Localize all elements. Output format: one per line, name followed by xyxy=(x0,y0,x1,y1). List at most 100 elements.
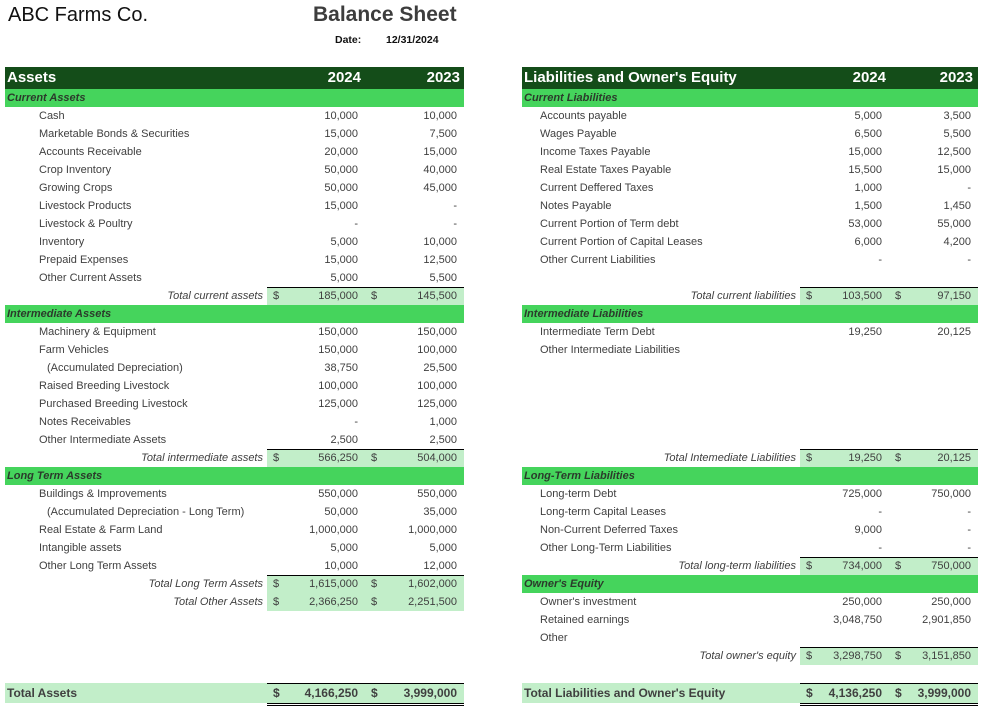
spacer-row xyxy=(522,377,978,395)
line-item: Notes Payable 1,500 1,450 xyxy=(522,197,978,215)
line-item: Other Current Assets 5,000 5,500 xyxy=(5,269,464,287)
value-2024: - xyxy=(878,542,882,554)
section-header-longterm: Long-Term Liabilities xyxy=(522,467,978,485)
value-2023: 20,125 xyxy=(937,326,971,338)
currency-symbol: $ xyxy=(273,578,280,590)
value-2023: - xyxy=(967,254,971,266)
subtotal-2023: 504,000 xyxy=(417,452,457,464)
value-2023: 4,200 xyxy=(943,236,971,248)
currency-symbol: $ xyxy=(371,596,378,608)
value-2023: 5,500 xyxy=(943,128,971,140)
line-item-label: Livestock & Poultry xyxy=(39,218,133,230)
year-2024-header: 2024 xyxy=(852,69,886,86)
line-item: Non-Current Deferred Taxes 9,000 - xyxy=(522,521,978,539)
line-item: Farm Vehicles 150,000 100,000 xyxy=(5,341,464,359)
line-item: Long-term Capital Leases - - xyxy=(522,503,978,521)
value-2024: 1,000,000 xyxy=(309,524,358,536)
grand-total-double-underline xyxy=(800,703,978,706)
value-2023: 100,000 xyxy=(417,344,457,356)
value-2023: 12,500 xyxy=(423,254,457,266)
line-item: (Accumulated Depreciation - Long Term) 50… xyxy=(5,503,464,521)
line-item-label: Notes Receivables xyxy=(39,416,131,428)
value-2023: 5,000 xyxy=(429,542,457,554)
grand-total-2023: 3,999,000 xyxy=(403,686,457,700)
subtotal-row: Total Long Term Assets $1,615,000 $1,602,0… xyxy=(5,575,464,593)
line-item-label: Other Current Liabilities xyxy=(540,254,656,266)
section-title: Current Liabilities xyxy=(524,92,618,104)
value-2024: 53,000 xyxy=(848,218,882,230)
currency-symbol: $ xyxy=(806,686,813,700)
currency-symbol: $ xyxy=(273,686,280,700)
line-item: Livestock Products 15,000 - xyxy=(5,197,464,215)
subtotal-row: Total intermediate assets $566,250 $504,00… xyxy=(5,449,464,467)
line-item-label: Long-term Capital Leases xyxy=(540,506,666,518)
line-item-label: Other Intermediate Liabilities xyxy=(540,344,681,356)
value-2023: 1,000 xyxy=(429,416,457,428)
line-item-label: Other xyxy=(540,632,568,644)
line-item-label: Current Portion of Capital Leases xyxy=(540,236,703,248)
value-2023: 550,000 xyxy=(417,488,457,500)
table-heading: Liabilities and Owner's Equity xyxy=(524,69,737,86)
line-item: Current Portion of Term debt 53,000 55,000 xyxy=(522,215,978,233)
line-item-label: Machinery & Equipment xyxy=(39,326,156,338)
value-2024: 19,250 xyxy=(848,326,882,338)
section-title: Current Assets xyxy=(7,92,86,104)
subtotal-2024: 19,250 xyxy=(848,452,882,464)
line-item-label: Buildings & Improvements xyxy=(39,488,167,500)
value-2024: 10,000 xyxy=(324,110,358,122)
line-item-label: Accounts Receivable xyxy=(39,146,142,158)
line-item: Cash 10,000 10,000 xyxy=(5,107,464,125)
line-item: Intangible assets 5,000 5,000 xyxy=(5,539,464,557)
line-item-label: (Accumulated Depreciation) xyxy=(47,362,183,374)
value-2023: 5,500 xyxy=(429,272,457,284)
value-2024: 15,000 xyxy=(324,254,358,266)
section-header-intermediate: Intermediate Liabilities xyxy=(522,305,978,323)
subtotal-row: Total Intemediate Liabilities $19,250 $20,… xyxy=(522,449,978,467)
line-item: Owner's investment 250,000 250,000 xyxy=(522,593,978,611)
spacer-row xyxy=(522,359,978,377)
line-item-label: Long-term Debt xyxy=(540,488,617,500)
value-2023: 12,500 xyxy=(937,146,971,158)
value-2023: - xyxy=(967,506,971,518)
value-2023: 7,500 xyxy=(429,128,457,140)
line-item-label: Prepaid Expenses xyxy=(39,254,129,266)
year-2023-header: 2023 xyxy=(426,69,460,86)
currency-symbol: $ xyxy=(806,452,813,464)
line-item: (Accumulated Depreciation) 38,750 25,500 xyxy=(5,359,464,377)
grand-total-double-underline xyxy=(267,703,464,706)
spacer-row xyxy=(522,413,978,431)
value-2024: 725,000 xyxy=(842,488,882,500)
date-label: Date: xyxy=(335,34,362,46)
subtotal-label: Total owner's equity xyxy=(699,650,796,662)
assets-table: Assets 2024 2023 Current Assets Cash 10,000 10… xyxy=(5,67,464,717)
subtotal-2023: 2,251,500 xyxy=(408,596,457,608)
subtotal-label: Total intermediate assets xyxy=(141,452,263,464)
line-item: Long-term Debt 725,000 750,000 xyxy=(522,485,978,503)
value-2024: 1,000 xyxy=(854,182,882,194)
year-2023-header: 2023 xyxy=(939,69,973,86)
subtotal-row: Total current liabilities $103,500 $97,150 xyxy=(522,287,978,305)
value-2024: 6,500 xyxy=(854,128,882,140)
line-item-label: Wages Payable xyxy=(540,128,617,140)
section-title: Owner's Equity xyxy=(524,578,604,590)
value-2024: 5,000 xyxy=(330,542,358,554)
currency-symbol: $ xyxy=(371,578,378,590)
grand-total-2023: 3,999,000 xyxy=(917,686,971,700)
value-2023: 15,000 xyxy=(423,146,457,158)
currency-symbol: $ xyxy=(371,452,378,464)
currency-symbol: $ xyxy=(895,686,902,700)
date-value: 12/31/2024 xyxy=(386,34,439,46)
line-item-label: Retained earnings xyxy=(540,614,630,626)
currency-symbol: $ xyxy=(273,596,280,608)
subtotal-2024: 185,000 xyxy=(318,290,358,302)
grand-total-label: Total Liabilities and Owner's Equity xyxy=(524,686,726,700)
line-item: Prepaid Expenses 15,000 12,500 xyxy=(5,251,464,269)
value-2023: 2,901,850 xyxy=(922,614,971,626)
line-item: Current Deffered Taxes 1,000 - xyxy=(522,179,978,197)
value-2024: 20,000 xyxy=(324,146,358,158)
subtotal-2023: 145,500 xyxy=(417,290,457,302)
line-item: Other Current Liabilities - - xyxy=(522,251,978,269)
line-item: Current Portion of Capital Leases 6,000 4,… xyxy=(522,233,978,251)
line-item: Marketable Bonds & Securities 15,000 7,500 xyxy=(5,125,464,143)
subtotal-label: Total long-term liabilities xyxy=(678,560,796,572)
